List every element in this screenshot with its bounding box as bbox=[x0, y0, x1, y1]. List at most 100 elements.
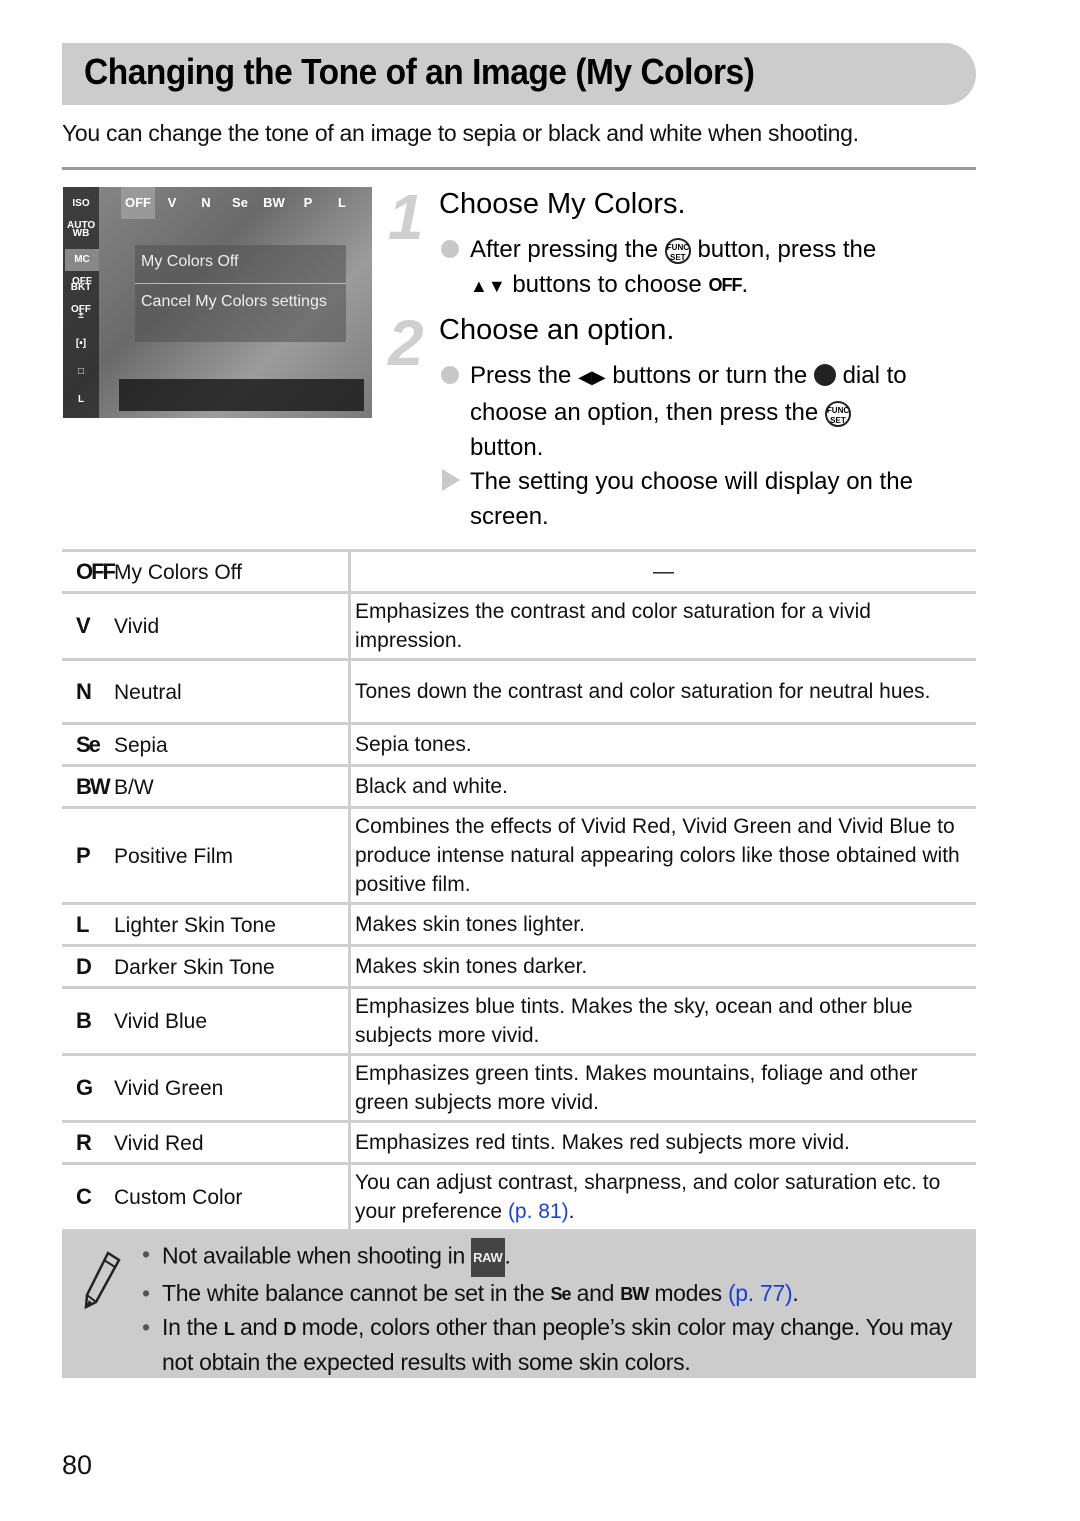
note-item: • Not available when shooting in RAW. bbox=[142, 1238, 972, 1277]
option-name: Lighter Skin Tone bbox=[114, 913, 276, 937]
option-description: Emphasizes the contrast and color satura… bbox=[355, 600, 871, 652]
option-description-cell: — bbox=[349, 549, 976, 593]
note-text: modes bbox=[654, 1280, 722, 1306]
option-description: Emphasizes green tints. Makes mountains,… bbox=[355, 1062, 918, 1114]
vivid-red-icon: R bbox=[76, 1129, 92, 1155]
sepia-icon: Se bbox=[76, 731, 101, 757]
option-description: Emphasizes blue tints. Makes the sky, oc… bbox=[355, 995, 913, 1047]
option-name: Darker Skin Tone bbox=[114, 955, 275, 979]
note-text: In the bbox=[162, 1314, 218, 1341]
option-name-cell: B Vivid Blue bbox=[62, 986, 351, 1055]
neutral-icon: N bbox=[76, 678, 92, 704]
bullet-icon bbox=[441, 240, 459, 258]
instruction-text: button. bbox=[470, 434, 544, 461]
option-description: Emphasizes red tints. Makes red subjects… bbox=[355, 1131, 850, 1154]
result-text: screen. bbox=[470, 503, 549, 530]
iso-auto-icon: ISO AUTO bbox=[67, 198, 96, 231]
option-description: — bbox=[653, 560, 674, 583]
page-reference-link[interactable]: (p. 81) bbox=[508, 1200, 569, 1223]
table-row: B Vivid Blue Emphasizes blue tints. Makes … bbox=[62, 986, 976, 1055]
up-down-arrows-icon: ▲▼ bbox=[470, 276, 506, 296]
option-name: Vivid bbox=[114, 615, 160, 638]
option-description-cell: Combines the effects of Vivid Red, Vivid… bbox=[349, 806, 976, 904]
metering-icon: [•] bbox=[75, 338, 87, 349]
step-instruction: Press the ◀▶ buttons or turn the dial to… bbox=[470, 358, 980, 465]
bw-icon: BW bbox=[620, 1284, 649, 1305]
divider bbox=[62, 167, 976, 170]
instruction-text: choose an option, then press the bbox=[470, 399, 819, 426]
vivid-green-icon: G bbox=[76, 1075, 93, 1100]
my-colors-off-icon: OFF bbox=[76, 558, 116, 584]
instruction-text: dial to bbox=[842, 362, 907, 389]
sepia-icon: Se bbox=[550, 1284, 572, 1305]
option-description: Makes skin tones darker. bbox=[355, 955, 588, 978]
option-name: Vivid Green bbox=[114, 1077, 224, 1100]
vivid-blue-icon: B bbox=[76, 1008, 92, 1033]
table-row: N Neutral Tones down the contrast and colo… bbox=[62, 658, 976, 724]
table-row: D Darker Skin Tone Makes skin tones darker… bbox=[62, 944, 976, 988]
option-description-cell: Makes skin tones lighter. bbox=[349, 902, 976, 946]
option-description: You can adjust contrast, sharpness, and … bbox=[355, 1171, 941, 1223]
instruction-text: . bbox=[741, 271, 749, 298]
option-description-cell: Emphasizes red tints. Makes red subjects… bbox=[349, 1120, 976, 1164]
bullet-icon bbox=[441, 366, 459, 384]
table-row: V Vivid Emphasizes the contrast and color … bbox=[62, 591, 976, 660]
lighter-skin-tone-icon: L bbox=[223, 1318, 235, 1339]
table-row: Se Sepia Sepia tones. bbox=[62, 722, 976, 766]
instruction-text: Press the bbox=[470, 362, 572, 389]
option-name: B/W bbox=[114, 775, 154, 799]
option-name-cell: P Positive Film bbox=[62, 806, 351, 904]
control-dial-icon bbox=[813, 364, 836, 387]
sepia-icon: Se bbox=[232, 195, 248, 210]
table-row: R Vivid Red Emphasizes red tints. Makes re… bbox=[62, 1120, 976, 1164]
intro-text: You can change the tone of an image to s… bbox=[62, 120, 859, 146]
option-name-cell: G Vivid Green bbox=[62, 1053, 351, 1122]
option-description: . bbox=[568, 1200, 575, 1223]
my-colors-off-icon: OFF bbox=[708, 275, 742, 296]
option-name: Neutral bbox=[114, 680, 182, 704]
bracketing-icon: BKT OFF bbox=[70, 282, 92, 315]
page-reference-link[interactable]: (p. 77) bbox=[728, 1280, 793, 1306]
lcd-overlay-description: Cancel My Colors settings bbox=[141, 293, 327, 310]
option-name-cell: D Darker Skin Tone bbox=[62, 944, 351, 988]
bw-icon: BW bbox=[263, 195, 285, 210]
camera-lcd-screenshot: ISO AUTO WB MC OFF BKT OFF ± [•] □ L My … bbox=[63, 187, 372, 418]
option-name: Vivid Blue bbox=[114, 1010, 208, 1033]
option-description: Makes skin tones lighter. bbox=[355, 913, 585, 936]
option-description-cell: Emphasizes the contrast and color satura… bbox=[349, 591, 976, 660]
option-name-cell: Se Sepia bbox=[62, 722, 351, 766]
note-text: . bbox=[504, 1242, 511, 1269]
lighter-skin-tone-icon: L bbox=[338, 195, 346, 210]
option-name-cell: N Neutral bbox=[62, 658, 351, 724]
note-text: and bbox=[239, 1314, 278, 1341]
option-name-cell: C Custom Color bbox=[62, 1162, 351, 1232]
option-description-cell: Emphasizes green tints. Makes mountains,… bbox=[349, 1053, 976, 1122]
option-name-cell: OFFMy Colors Off bbox=[62, 549, 351, 593]
bullet-icon: • bbox=[142, 1241, 150, 1267]
note-text: Not available when shooting in bbox=[162, 1242, 465, 1269]
positive-film-icon: P bbox=[76, 842, 91, 868]
step-number: 2 bbox=[388, 307, 424, 379]
option-name-cell: L Lighter Skin Tone bbox=[62, 902, 351, 946]
option-description-cell: Tones down the contrast and color satura… bbox=[349, 658, 976, 724]
vivid-icon: V bbox=[167, 195, 177, 210]
aspect-ratio-icon: □ bbox=[77, 366, 85, 377]
my-colors-options-table: OFFMy Colors Off — V Vivid Emphasizes the co… bbox=[62, 549, 976, 1232]
option-name-cell: V Vivid bbox=[62, 591, 351, 660]
step-title: Choose an option. bbox=[439, 314, 675, 346]
result-arrow-icon bbox=[442, 469, 460, 491]
lighter-skin-tone-icon: L bbox=[76, 911, 89, 937]
my-colors-off-icon: OFF bbox=[121, 187, 155, 219]
instruction-text: After pressing the bbox=[470, 236, 659, 263]
left-right-arrows-icon: ◀▶ bbox=[578, 367, 606, 387]
instruction-text: button, press the bbox=[697, 236, 877, 263]
flash-compensation-icon: ± bbox=[78, 310, 84, 321]
option-name: Vivid Red bbox=[114, 1131, 204, 1155]
note-text: and bbox=[576, 1280, 615, 1306]
title-bar: Changing the Tone of an Image (My Colors… bbox=[62, 43, 976, 105]
option-name: My Colors Off bbox=[114, 560, 242, 584]
table-row: OFFMy Colors Off — bbox=[62, 549, 976, 593]
page-title: Changing the Tone of an Image (My Colors… bbox=[84, 51, 755, 92]
note-item: • The white balance cannot be set in the… bbox=[142, 1277, 972, 1311]
option-description: Black and white. bbox=[355, 775, 508, 798]
